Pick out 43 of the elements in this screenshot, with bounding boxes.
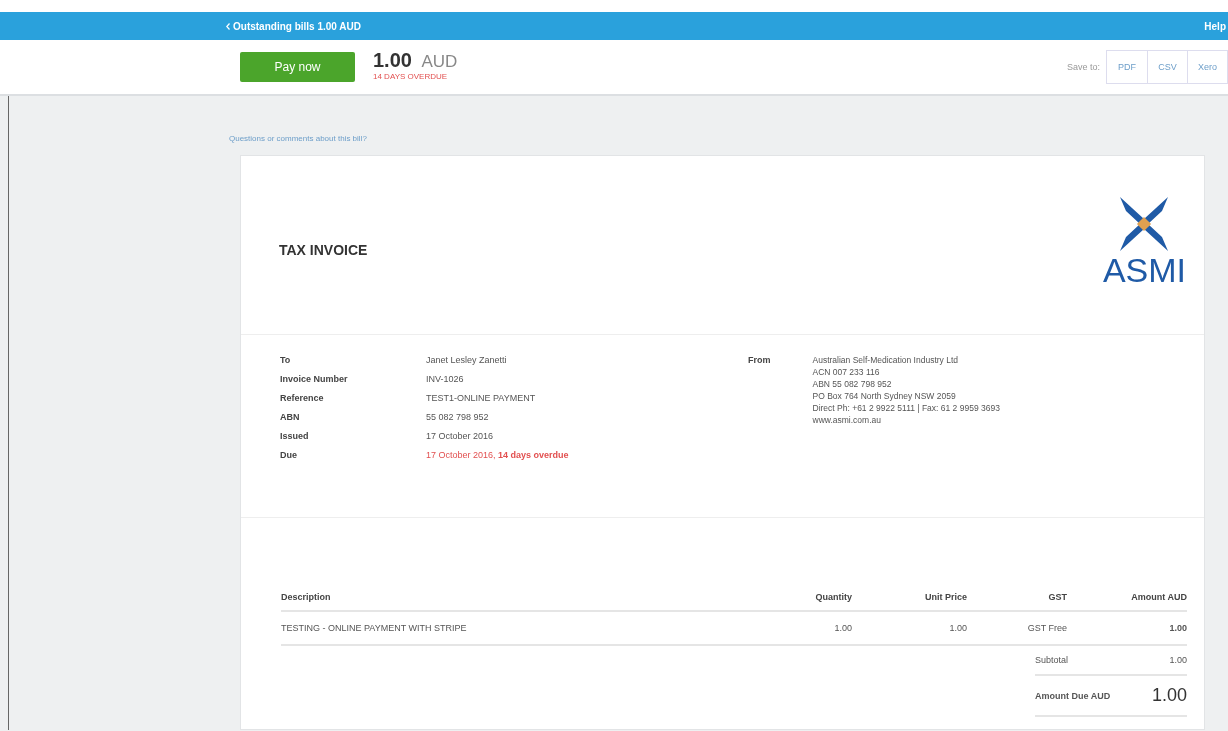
table-cell: GST Free [967, 611, 1067, 645]
detail-label: Invoice Number [280, 374, 349, 384]
detail-label: Due [280, 450, 298, 460]
invoice-title: TAX INVOICE [279, 242, 368, 258]
amount-due-text: 1.00 AUD [373, 49, 458, 72]
column-header: Description [281, 584, 762, 611]
column-header: Unit Price [852, 584, 967, 611]
amount-due-value: 1.00 [1151, 685, 1187, 706]
detail-value: 17 October 2016, 14 days overdue [426, 450, 570, 460]
detail-value: 55 082 798 952 [426, 412, 490, 422]
detail-label: Issued [280, 431, 310, 441]
overdue-status: 14 DAYS OVERDUE [373, 72, 449, 81]
table-cell: 1.00 [852, 611, 967, 645]
column-header: GST [967, 584, 1067, 611]
detail-value: 17 October 2016 [426, 431, 495, 441]
back-chevron-icon[interactable] [226, 22, 230, 30]
sender-address-line: Australian Self-Medication Industry Ltd [812, 355, 960, 365]
table-cell: TESTING - ONLINE PAYMENT WITH STRIPE [281, 611, 762, 645]
company-logo-text: ASMI [1102, 253, 1186, 287]
detail-value: Janet Lesley Zanetti [426, 355, 508, 365]
help-link[interactable]: Help [1204, 20, 1226, 32]
subtotal-label: Subtotal [1035, 655, 1069, 665]
from-label: From [748, 355, 771, 367]
questions-link[interactable]: Questions or comments about this bill? [229, 134, 367, 143]
detail-label: ABN [280, 412, 301, 422]
sender-address-line: PO Box 764 North Sydney NSW 2059 [812, 391, 957, 401]
sender-address-line: ABN 55 082 798 952 [812, 379, 893, 389]
table-cell: 1.00 [762, 611, 852, 645]
detail-value: TEST1-ONLINE PAYMENT [426, 393, 537, 403]
detail-value: INV-1026 [426, 374, 465, 384]
column-header: Amount AUD [1067, 584, 1187, 611]
subtotal-value: 1.00 [1169, 655, 1187, 665]
table-cell: 1.00 [1067, 611, 1187, 645]
save-to-label: Save to: [1066, 62, 1100, 72]
column-header: Quantity [762, 584, 852, 611]
sender-address-line: Direct Ph: +61 2 9922 5111 | Fax: 61 2 9959 3693 [812, 403, 1000, 413]
detail-label: To [280, 355, 292, 365]
detail-label: Reference [280, 393, 325, 403]
bills-title[interactable]: Outstanding bills 1.00 AUD [233, 20, 361, 32]
amount-due-label: Amount Due AUD [1035, 690, 1111, 701]
sender-address-line: ACN 007 233 116 [812, 367, 881, 377]
sender-address-line: www.asmi.com.au [812, 415, 882, 425]
pay-now-button[interactable]: Pay now [240, 52, 355, 82]
